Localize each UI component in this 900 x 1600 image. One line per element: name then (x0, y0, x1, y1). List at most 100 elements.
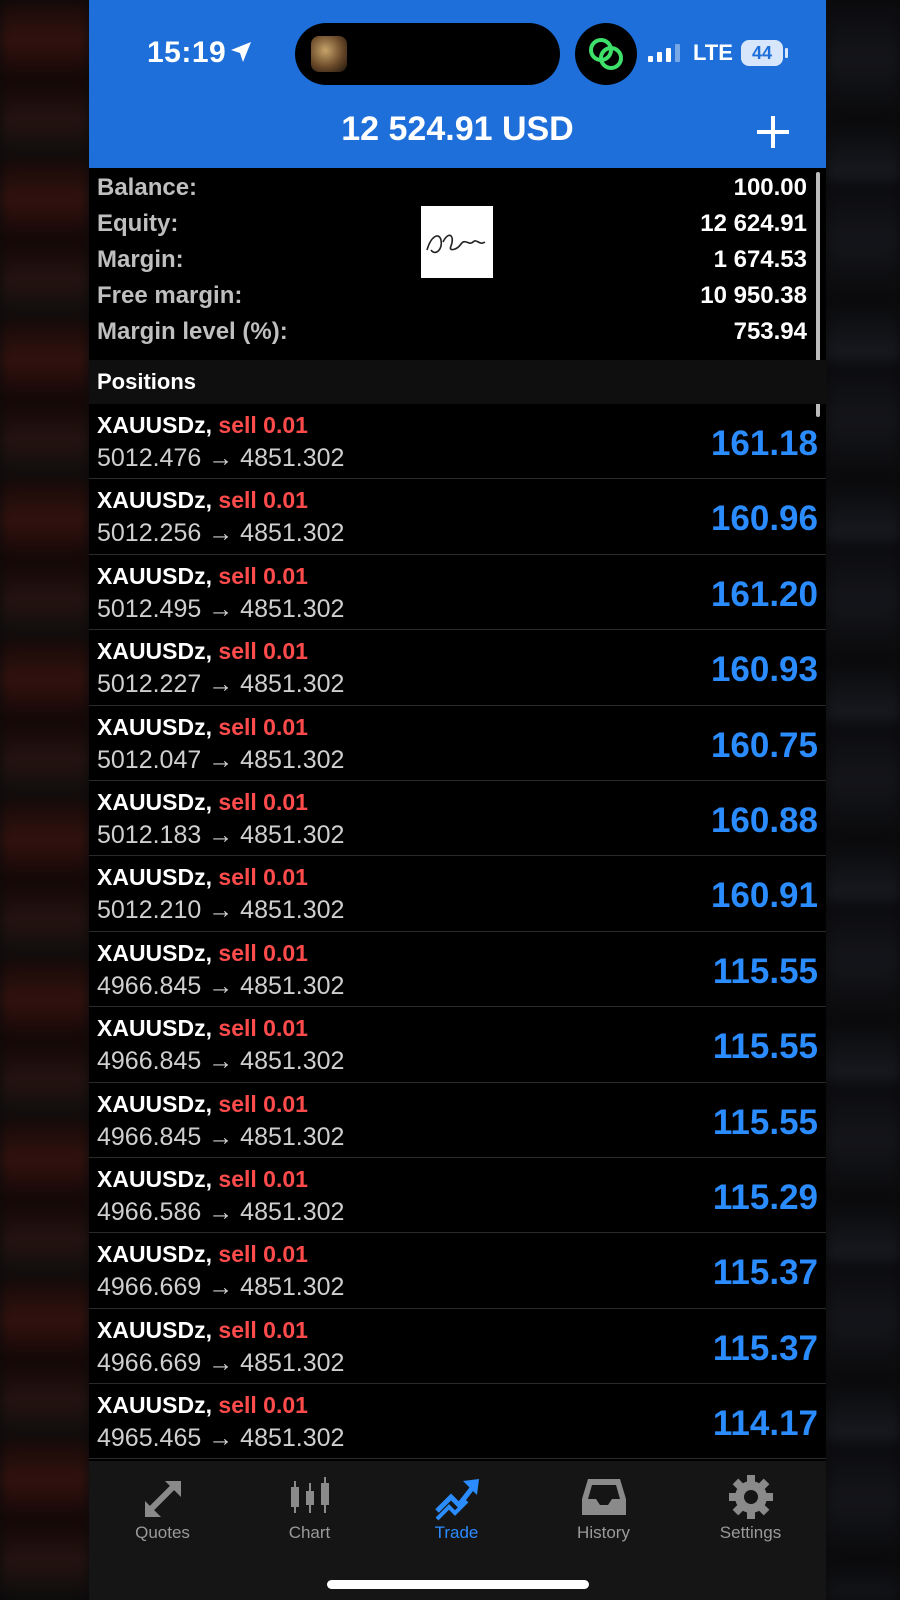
account-total: 12 524.91 USD (341, 110, 574, 148)
summary-value: 100.00 (733, 174, 807, 201)
position-prices: 4965.465 → 4851.302 (97, 1424, 345, 1453)
position-prices: 5012.495 → 4851.302 (97, 594, 345, 623)
position-profit: 115.29 (712, 1177, 818, 1217)
position-profit: 161.20 (710, 574, 818, 614)
summary-row-free-margin: Free margin: 10 950.38 (97, 282, 807, 318)
position-row[interactable]: XAUUSDz, sell 0.01 5012.047 → 4851.302 160… (89, 706, 826, 781)
position-symbol: XAUUSDz, (97, 1015, 213, 1042)
position-symbol-line: XAUUSDz, sell 0.01 (97, 1317, 308, 1344)
position-side: sell 0.01 (218, 1392, 308, 1419)
position-row[interactable]: XAUUSDz, sell 0.01 4966.845 → 4851.302 115… (89, 932, 826, 1008)
position-row[interactable]: XAUUSDz, sell 0.01 5012.256 → 4851.302 160… (89, 479, 826, 555)
summary-label: Margin: (97, 246, 184, 273)
home-indicator[interactable] (327, 1580, 589, 1589)
position-prices: 5012.183 → 4851.302 (97, 820, 345, 849)
position-symbol: XAUUSDz, (97, 939, 213, 966)
signal-bars-icon (648, 44, 680, 62)
position-row[interactable]: XAUUSDz, sell 0.01 4966.586 → 4851.302 115… (89, 1158, 826, 1234)
position-row[interactable]: XAUUSDz, sell 0.01 4965.465 → 4851.302 114… (89, 1384, 826, 1460)
account-summary: Balance: 100.00 Equity: 12 624.91 Margin… (89, 168, 826, 360)
position-prices: 5012.047 → 4851.302 (97, 745, 345, 774)
position-prices: 4966.845 → 4851.302 (97, 971, 345, 1000)
position-row[interactable]: XAUUSDz, sell 0.01 4966.669 → 4851.302 115… (89, 1309, 826, 1385)
tab-label: History (577, 1523, 630, 1542)
summary-value: 753.94 (733, 318, 807, 345)
position-symbol: XAUUSDz, (97, 487, 213, 514)
position-profit: 160.93 (710, 650, 818, 690)
position-symbol-line: XAUUSDz, sell 0.01 (97, 563, 308, 590)
position-row[interactable]: XAUUSDz, sell 0.01 5012.183 → 4851.302 160… (89, 781, 826, 857)
position-symbol: XAUUSDz, (97, 412, 213, 438)
background-blur-right (826, 0, 900, 1600)
position-symbol-line: XAUUSDz, sell 0.01 (97, 1015, 308, 1042)
position-profit: 160.75 (710, 725, 818, 765)
position-side: sell 0.01 (218, 1090, 308, 1117)
network-type: LTE (693, 40, 733, 65)
app-screen: 15:19 LTE 44 12 524.91 USD Balance: 100.… (89, 0, 826, 1600)
location-arrow-icon (231, 42, 251, 62)
trade-icon (434, 1479, 479, 1521)
tab-label: Settings (719, 1523, 782, 1542)
now-playing-thumbnail-icon (311, 36, 347, 72)
position-row[interactable]: XAUUSDz, sell 0.01 5012.210 → 4851.302 160… (89, 856, 826, 932)
position-symbol-line: XAUUSDz, sell 0.01 (97, 1166, 308, 1193)
tab-label: Trade (434, 1523, 479, 1542)
position-prices: 4966.845 → 4851.302 (97, 1047, 345, 1076)
add-order-icon[interactable] (753, 112, 793, 152)
tab-history[interactable]: History (530, 1461, 677, 1561)
position-prices: 5012.210 → 4851.302 (97, 896, 345, 925)
position-side: sell 0.01 (218, 412, 308, 438)
tab-quotes[interactable]: Quotes (89, 1461, 236, 1561)
position-symbol: XAUUSDz, (97, 1316, 213, 1343)
position-symbol-line: XAUUSDz, sell 0.01 (97, 789, 308, 816)
position-profit: 115.55 (712, 1027, 818, 1067)
summary-label: Free margin: (97, 282, 243, 309)
status-time: 15:19 (147, 36, 227, 69)
position-symbol: XAUUSDz, (97, 1090, 213, 1117)
link-ring (575, 23, 637, 85)
summary-row-balance: Balance: 100.00 (97, 174, 807, 210)
position-prices: 5012.476 → 4851.302 (97, 444, 345, 472)
position-row[interactable]: XAUUSDz, sell 0.01 5012.495 → 4851.302 161… (89, 555, 826, 631)
position-prices: 4966.586 → 4851.302 (97, 1197, 345, 1226)
chart-icon (290, 1477, 329, 1513)
position-profit: 115.55 (712, 951, 818, 991)
position-prices: 4966.669 → 4851.302 (97, 1273, 345, 1302)
position-symbol-line: XAUUSDz, sell 0.01 (97, 1241, 308, 1268)
position-side: sell 0.01 (218, 638, 308, 665)
position-side: sell 0.01 (218, 562, 308, 589)
top-bar: 15:19 LTE 44 12 524.91 USD (89, 0, 826, 168)
position-profit: 114.17 (712, 1404, 818, 1444)
position-symbol: XAUUSDz, (97, 1165, 213, 1192)
position-profit: 160.96 (710, 499, 818, 539)
position-profit: 160.91 (710, 876, 818, 916)
signature-logo (421, 206, 493, 278)
position-side: sell 0.01 (218, 487, 308, 514)
tab-label: Quotes (135, 1523, 190, 1542)
position-symbol: XAUUSDz, (97, 713, 213, 740)
position-row[interactable]: XAUUSDz, sell 0.01 5012.476 → 4851.302 161… (89, 404, 826, 480)
position-prices: 4966.845 → 4851.302 (97, 1122, 345, 1151)
position-row[interactable]: XAUUSDz, sell 0.01 4966.845 → 4851.302 115… (89, 1083, 826, 1158)
tab-trade[interactable]: Trade (383, 1461, 530, 1561)
position-symbol-line: XAUUSDz, sell 0.01 (97, 487, 308, 514)
positions-list: XAUUSDz, sell 0.01 5012.476 → 4851.302 161… (89, 404, 826, 1461)
position-profit: 115.37 (712, 1253, 818, 1293)
position-row[interactable]: XAUUSDz, sell 0.01 4966.669 → 4851.302 115… (89, 1233, 826, 1309)
position-symbol-line: XAUUSDz, sell 0.01 (97, 412, 308, 439)
position-side: sell 0.01 (218, 1316, 308, 1343)
summary-value: 1 674.53 (713, 246, 807, 273)
tab-settings[interactable]: Settings (677, 1461, 824, 1561)
position-row[interactable]: XAUUSDz, sell 0.01 4966.845 → 4851.302 115… (89, 1007, 826, 1083)
summary-value: 10 950.38 (700, 282, 807, 309)
position-row[interactable]: XAUUSDz, sell 0.01 5012.227 → 4851.302 160… (89, 630, 826, 706)
tab-chart[interactable]: Chart (236, 1461, 383, 1561)
battery-cap (785, 48, 788, 58)
position-side: sell 0.01 (218, 939, 308, 966)
position-symbol: XAUUSDz, (97, 638, 213, 665)
positions-header: Positions (89, 360, 826, 404)
summary-label: Margin level (%): (97, 318, 288, 345)
history-icon (581, 1479, 626, 1515)
positions-title: Positions (97, 369, 197, 394)
position-symbol: XAUUSDz, (97, 864, 213, 891)
